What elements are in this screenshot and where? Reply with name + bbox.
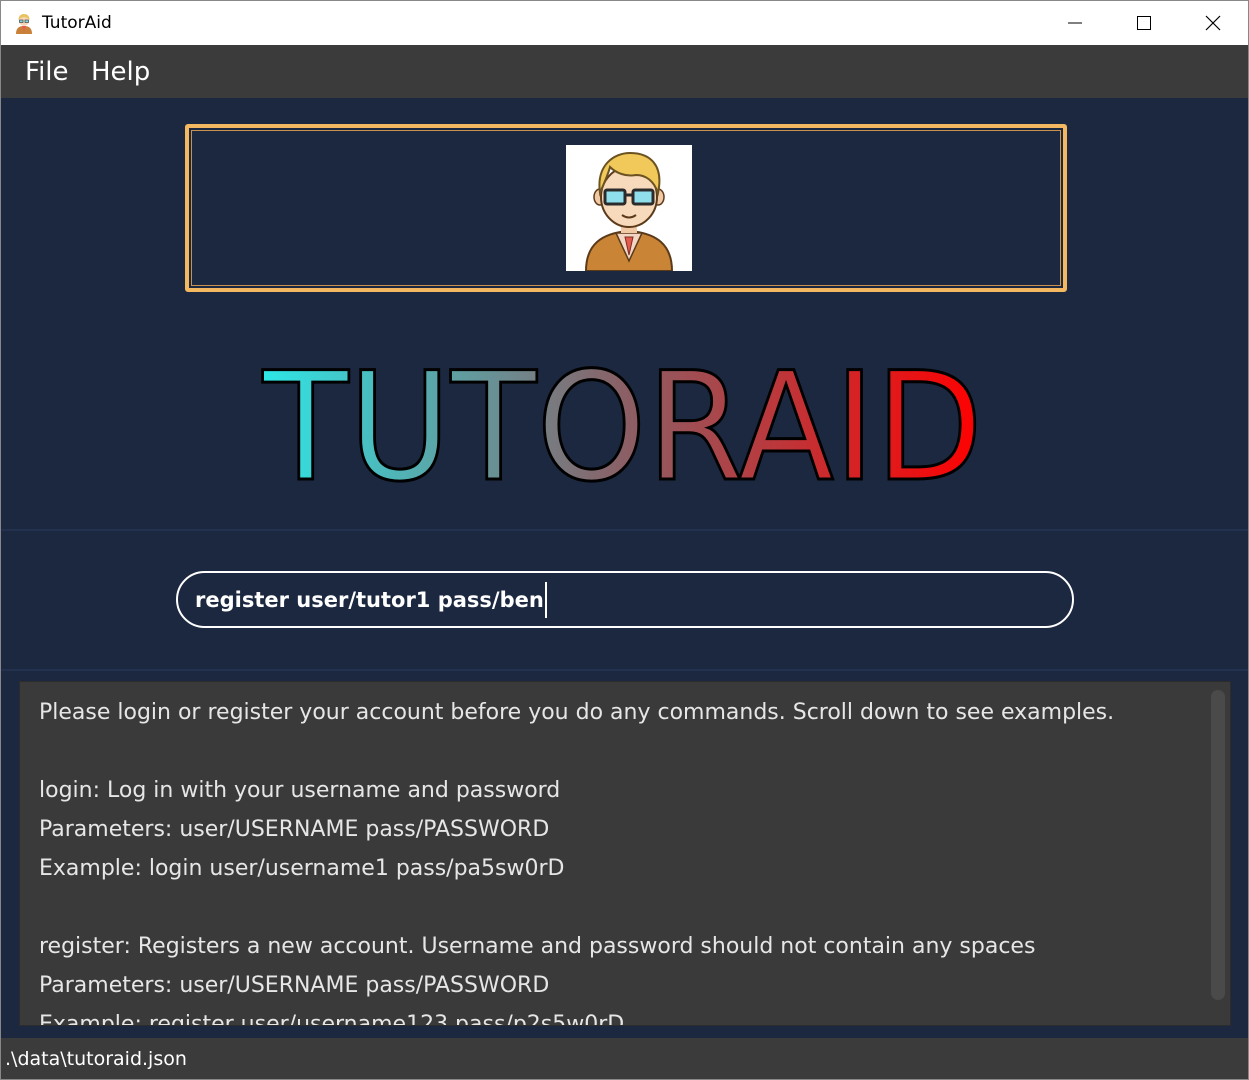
menu-bar: File Help xyxy=(1,45,1248,98)
save-location: .\data\tutoraid.json xyxy=(5,1048,187,1070)
maximize-button[interactable] xyxy=(1109,1,1179,45)
status-bar: .\data\tutoraid.json xyxy=(1,1038,1248,1079)
window-title: TutorAid xyxy=(42,13,112,33)
minimize-icon xyxy=(1068,22,1082,24)
command-input[interactable]: register user/tutor1 pass/ben xyxy=(176,571,1074,628)
command-input-value[interactable]: register user/tutor1 pass/ben xyxy=(195,588,544,612)
result-text: Please login or register your account be… xyxy=(39,700,1115,1026)
brand-logo: TUTORAID xyxy=(261,340,985,509)
section-divider xyxy=(1,669,1248,671)
brand-title: TUTORAID xyxy=(262,341,983,508)
close-button[interactable] xyxy=(1178,1,1248,45)
text-caret xyxy=(544,581,547,618)
maximize-icon xyxy=(1137,16,1151,30)
menu-help[interactable]: Help xyxy=(91,55,150,89)
result-display[interactable]: Please login or register your account be… xyxy=(19,681,1231,1026)
menu-file[interactable]: File xyxy=(25,55,69,89)
section-divider xyxy=(1,529,1248,531)
title-bar[interactable]: TutorAid xyxy=(1,1,1248,45)
minimize-button[interactable] xyxy=(1040,1,1110,45)
app-window: TutorAid File Help TUTORAID register use… xyxy=(0,0,1249,1080)
banner-frame xyxy=(185,124,1067,292)
main-area: TUTORAID register user/tutor1 pass/ben P… xyxy=(1,98,1248,1038)
tutor-avatar-icon xyxy=(13,12,35,34)
vertical-scrollbar[interactable] xyxy=(1211,690,1225,1000)
tutor-avatar-image xyxy=(566,145,692,272)
close-icon xyxy=(1205,15,1221,31)
avatar-illustration xyxy=(566,145,692,272)
